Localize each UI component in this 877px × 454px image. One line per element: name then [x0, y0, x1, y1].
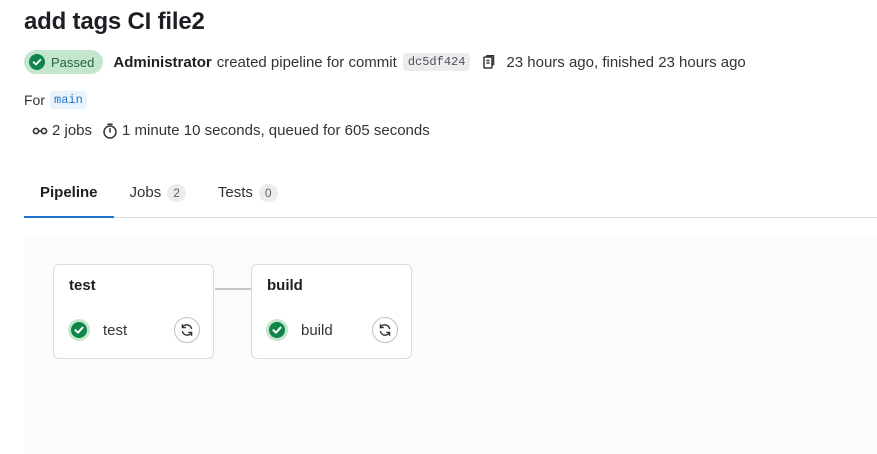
retry-icon — [180, 323, 194, 337]
ref-link[interactable]: main — [50, 91, 87, 109]
pipeline-icon — [32, 123, 48, 139]
retry-job-button[interactable] — [174, 317, 200, 343]
tab-count-badge: 2 — [167, 183, 186, 202]
pipeline-tabs: Pipeline Jobs 2 Tests 0 — [24, 168, 877, 218]
copy-sha-button[interactable] — [480, 53, 498, 71]
stage-column-test: test test — [53, 264, 214, 359]
tab-tests[interactable]: Tests 0 — [202, 168, 294, 217]
author-link[interactable]: Administrator — [113, 54, 211, 71]
action-text: created pipeline for commit — [216, 53, 397, 71]
page-title: add tags CI file2 — [24, 8, 205, 35]
tab-pipeline[interactable]: Pipeline — [24, 168, 114, 218]
copy-icon — [481, 54, 497, 70]
pipeline-graph: test test build build — [25, 236, 877, 454]
pipeline-stats: 2 jobs 1 minute 10 seconds, queued for 6… — [32, 122, 430, 139]
job-name: build — [301, 321, 333, 339]
job-item-test[interactable]: test — [68, 316, 200, 344]
tab-label: Jobs — [129, 184, 162, 201]
pipeline-meta: Passed Administrator created pipeline fo… — [24, 49, 746, 75]
tab-label: Pipeline — [40, 184, 98, 201]
tab-count-badge: 0 — [258, 183, 278, 202]
ref-row: For main — [24, 91, 87, 109]
check-circle-icon — [29, 54, 45, 70]
job-name: test — [103, 321, 128, 339]
tab-label: Tests — [217, 184, 253, 201]
duration-text: 1 minute 10 seconds, queued for 605 seco… — [122, 122, 430, 139]
jobs-count: 2 jobs — [52, 122, 93, 139]
check-circle-icon — [68, 319, 90, 341]
commit-sha-link[interactable]: dc5df424 — [402, 53, 471, 71]
retry-icon — [378, 323, 392, 337]
stage-title: build — [267, 277, 303, 294]
stage-connector — [215, 288, 252, 290]
stage-column-build: build build — [251, 264, 412, 359]
for-label: For — [24, 92, 45, 108]
tab-jobs[interactable]: Jobs 2 — [114, 168, 202, 217]
timing-text: 23 hours ago, finished 23 hours ago — [506, 53, 746, 71]
timer-icon — [102, 122, 118, 139]
retry-job-button[interactable] — [372, 317, 398, 343]
status-badge[interactable]: Passed — [24, 50, 104, 74]
job-item-build[interactable]: build — [266, 316, 398, 344]
check-circle-icon — [266, 319, 288, 341]
stage-title: test — [69, 277, 96, 294]
status-label: Passed — [51, 54, 95, 70]
